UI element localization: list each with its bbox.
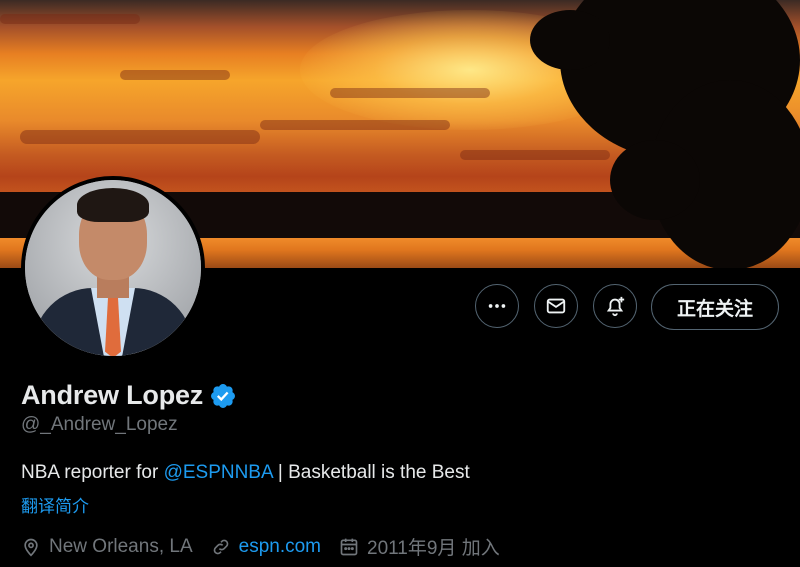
- joined-text: 2011年9月 加入: [367, 538, 500, 559]
- profile-meta: New Orleans, LA espn.com 2011年9月 加入: [21, 533, 518, 560]
- name-row: Andrew Lopez: [21, 380, 237, 411]
- profile-bio: NBA reporter for @ESPNNBA | Basketball i…: [21, 462, 470, 484]
- verified-badge-icon[interactable]: [209, 382, 237, 410]
- banner-cloud: [260, 120, 450, 130]
- banner-cloud: [120, 70, 230, 80]
- profile-handle: @_Andrew_Lopez: [21, 414, 178, 435]
- avatar-hair: [77, 188, 149, 222]
- bell-plus-icon: [606, 296, 625, 317]
- joined-item: 2011年9月 加入: [339, 533, 500, 560]
- banner-cloud: [460, 150, 610, 160]
- website-item[interactable]: espn.com: [211, 536, 321, 558]
- calendar-icon: [340, 538, 358, 555]
- location-text: New Orleans, LA: [49, 535, 193, 557]
- website-link[interactable]: espn.com: [239, 536, 321, 558]
- bio-text-prefix: NBA reporter for: [21, 462, 164, 483]
- banner-cloud: [20, 130, 260, 144]
- link-icon: [213, 539, 228, 554]
- banner-tree: [530, 10, 610, 70]
- following-button[interactable]: 正在关注: [651, 284, 779, 330]
- banner-cloud: [0, 14, 140, 24]
- location-item: New Orleans, LA: [21, 536, 193, 558]
- banner-tree: [610, 140, 700, 220]
- bio-mention-link[interactable]: @ESPNNBA: [164, 462, 273, 483]
- message-button[interactable]: [534, 284, 578, 328]
- translate-bio-link[interactable]: 翻译简介: [21, 492, 89, 517]
- profile-avatar[interactable]: [21, 176, 205, 360]
- bio-text-suffix: | Basketball is the Best: [272, 462, 470, 483]
- display-name: Andrew Lopez: [21, 380, 204, 410]
- notify-button[interactable]: [593, 284, 637, 328]
- more-button[interactable]: [475, 284, 519, 328]
- banner-cloud: [330, 88, 490, 98]
- location-pin-icon: [24, 538, 38, 557]
- more-icon: [488, 304, 506, 308]
- mail-icon: [546, 298, 566, 314]
